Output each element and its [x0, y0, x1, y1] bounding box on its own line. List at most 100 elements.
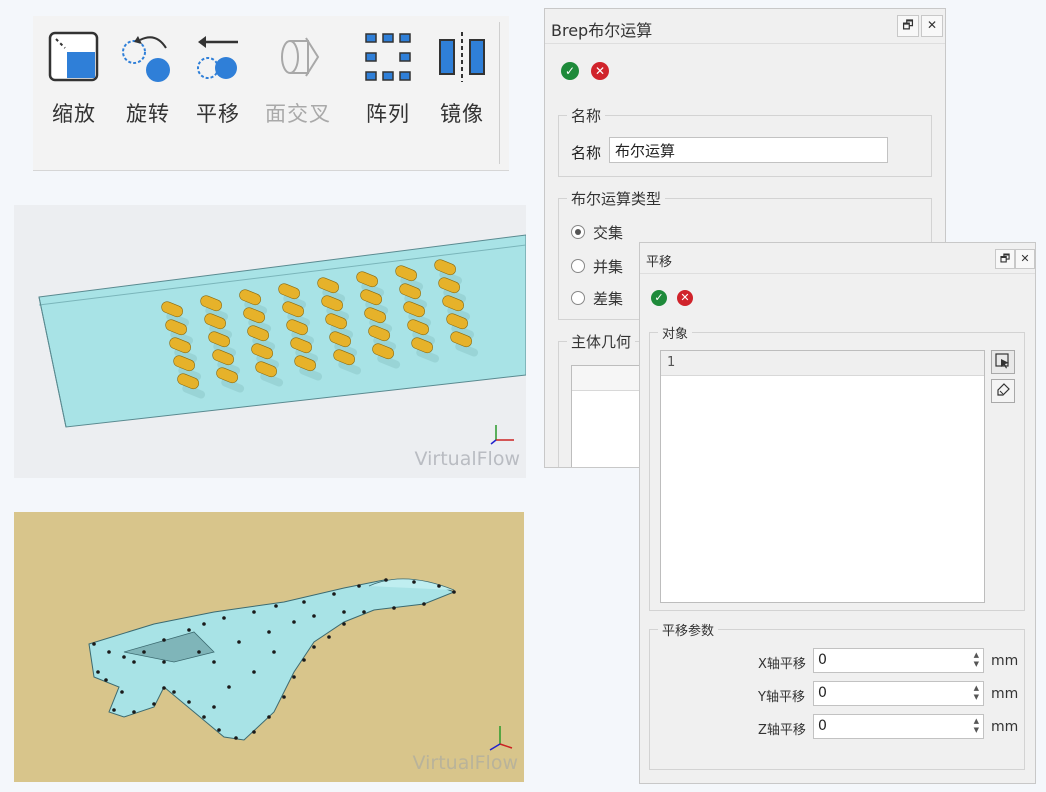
mesh-vertex [104, 678, 108, 682]
axis-triad-icon [489, 726, 513, 751]
mesh-vertex [274, 604, 278, 608]
y-translate-input[interactable]: 0 ▲ ▼ [813, 681, 984, 706]
plate-cylinder-model [38, 234, 526, 428]
mesh-vertex [342, 610, 346, 614]
y-translate-value: 0 [818, 685, 827, 701]
spin-arrows-icon[interactable]: ▲ ▼ [974, 717, 979, 735]
face-intersect-tool-button[interactable]: 面交叉 [263, 30, 333, 130]
translate-params-legend: 平移参数 [662, 624, 715, 639]
mesh-vertex [312, 614, 316, 618]
mesh-vertex [122, 655, 126, 659]
x-translate-label: X轴平移 [758, 657, 806, 672]
restore-icon[interactable]: 🗗 [995, 249, 1015, 269]
z-translate-label: Z轴平移 [758, 723, 806, 738]
mesh-vertex [342, 622, 346, 626]
watermark: VirtualFlow [414, 448, 520, 470]
object-group-legend: 对象 [662, 327, 689, 342]
translate-label: 平移 [196, 102, 240, 126]
radio-selected-icon [571, 225, 585, 239]
translate-icon [197, 36, 238, 79]
zoom-icon [48, 31, 99, 82]
radio-label: 并集 [593, 258, 624, 276]
mesh-vertex [282, 695, 286, 699]
y-unit: mm [991, 686, 1019, 702]
x-translate-input[interactable]: 0 ▲ ▼ [813, 648, 984, 673]
mesh-vertex [222, 616, 226, 620]
close-icon[interactable]: ✕ [921, 15, 943, 37]
array-label: 阵列 [366, 102, 410, 126]
viewport-aircraft[interactable]: VirtualFlow [14, 512, 524, 782]
mesh-vertex [187, 628, 191, 632]
mesh-vertex [272, 650, 276, 654]
mesh-vertex [332, 592, 336, 596]
confirm-icon[interactable]: ✓ [561, 62, 579, 80]
mesh-vertex [112, 708, 116, 712]
select-pointer-icon[interactable] [991, 350, 1015, 374]
mesh-vertex [132, 660, 136, 664]
mirror-tool-button[interactable]: 镜像 [427, 30, 497, 130]
mesh-vertex [132, 710, 136, 714]
cancel-icon[interactable]: ✕ [591, 62, 609, 80]
toolbar-separator [499, 22, 500, 164]
main-geometry-legend: 主体几何 [571, 333, 632, 351]
mirror-icon [439, 32, 485, 82]
dialog-titlebar: Brep布尔运算 🗗 ✕ [545, 9, 945, 44]
clear-brush-icon[interactable] [991, 379, 1015, 403]
table-row[interactable]: 1 [661, 351, 984, 376]
transform-toolbar: 缩放 旋转 平移 面交叉 阵列 镜像 [33, 16, 509, 171]
mesh-vertex [162, 638, 166, 642]
confirm-icon[interactable]: ✓ [651, 290, 667, 306]
zoom-tool-button[interactable]: 缩放 [39, 30, 109, 130]
x-translate-value: 0 [818, 652, 827, 668]
mesh-vertex [152, 702, 156, 706]
close-icon[interactable]: ✕ [1015, 249, 1035, 269]
mesh-vertex [357, 584, 361, 588]
mesh-vertex [392, 606, 396, 610]
mesh-vertex [162, 660, 166, 664]
radio-label: 交集 [593, 224, 624, 242]
restore-icon[interactable]: 🗗 [897, 15, 919, 37]
mesh-vertex [96, 670, 100, 674]
rotate-icon [122, 36, 170, 82]
mesh-vertex [234, 736, 238, 740]
z-unit: mm [991, 719, 1019, 735]
radio-difference[interactable]: 差集 [571, 288, 623, 309]
name-input[interactable]: 布尔运算 [609, 137, 888, 163]
spin-arrows-icon[interactable]: ▲ ▼ [974, 684, 979, 702]
watermark: VirtualFlow [412, 752, 518, 774]
y-translate-label: Y轴平移 [758, 690, 805, 705]
mesh-vertex [252, 670, 256, 674]
mirror-label: 镜像 [440, 102, 484, 126]
cancel-icon[interactable]: ✕ [677, 290, 693, 306]
mesh-vertex [252, 610, 256, 614]
radio-union[interactable]: 并集 [571, 256, 623, 277]
mesh-vertex [302, 658, 306, 662]
mesh-vertex [452, 590, 456, 594]
viewport-plate-cylinders[interactable]: VirtualFlow [14, 205, 526, 478]
aircraft-model [88, 578, 456, 741]
axis-triad-icon [490, 425, 514, 445]
z-translate-input[interactable]: 0 ▲ ▼ [813, 714, 984, 739]
mesh-vertex [120, 690, 124, 694]
face-intersect-icon [281, 37, 320, 77]
dialog-actions: ✓ ✕ [561, 60, 621, 80]
boolean-type-legend: 布尔运算类型 [571, 190, 662, 208]
object-list[interactable]: 1 [660, 350, 985, 603]
translate-tool-button[interactable]: 平移 [183, 30, 253, 130]
radio-label: 差集 [593, 290, 624, 308]
zoom-label: 缩放 [52, 102, 96, 126]
array-tool-button[interactable]: 阵列 [353, 30, 423, 130]
spin-arrows-icon[interactable]: ▲ ▼ [974, 651, 979, 669]
mesh-vertex [227, 685, 231, 689]
mesh-vertex [202, 715, 206, 719]
radio-intersection[interactable]: 交集 [571, 222, 623, 243]
mesh-vertex [384, 578, 388, 582]
mesh-vertex [142, 650, 146, 654]
rotate-tool-button[interactable]: 旋转 [113, 30, 183, 130]
mesh-vertex [252, 730, 256, 734]
x-unit: mm [991, 653, 1019, 669]
mesh-vertex [312, 645, 316, 649]
mesh-vertex [187, 700, 191, 704]
mesh-vertex [107, 650, 111, 654]
mesh-vertex [412, 580, 416, 584]
